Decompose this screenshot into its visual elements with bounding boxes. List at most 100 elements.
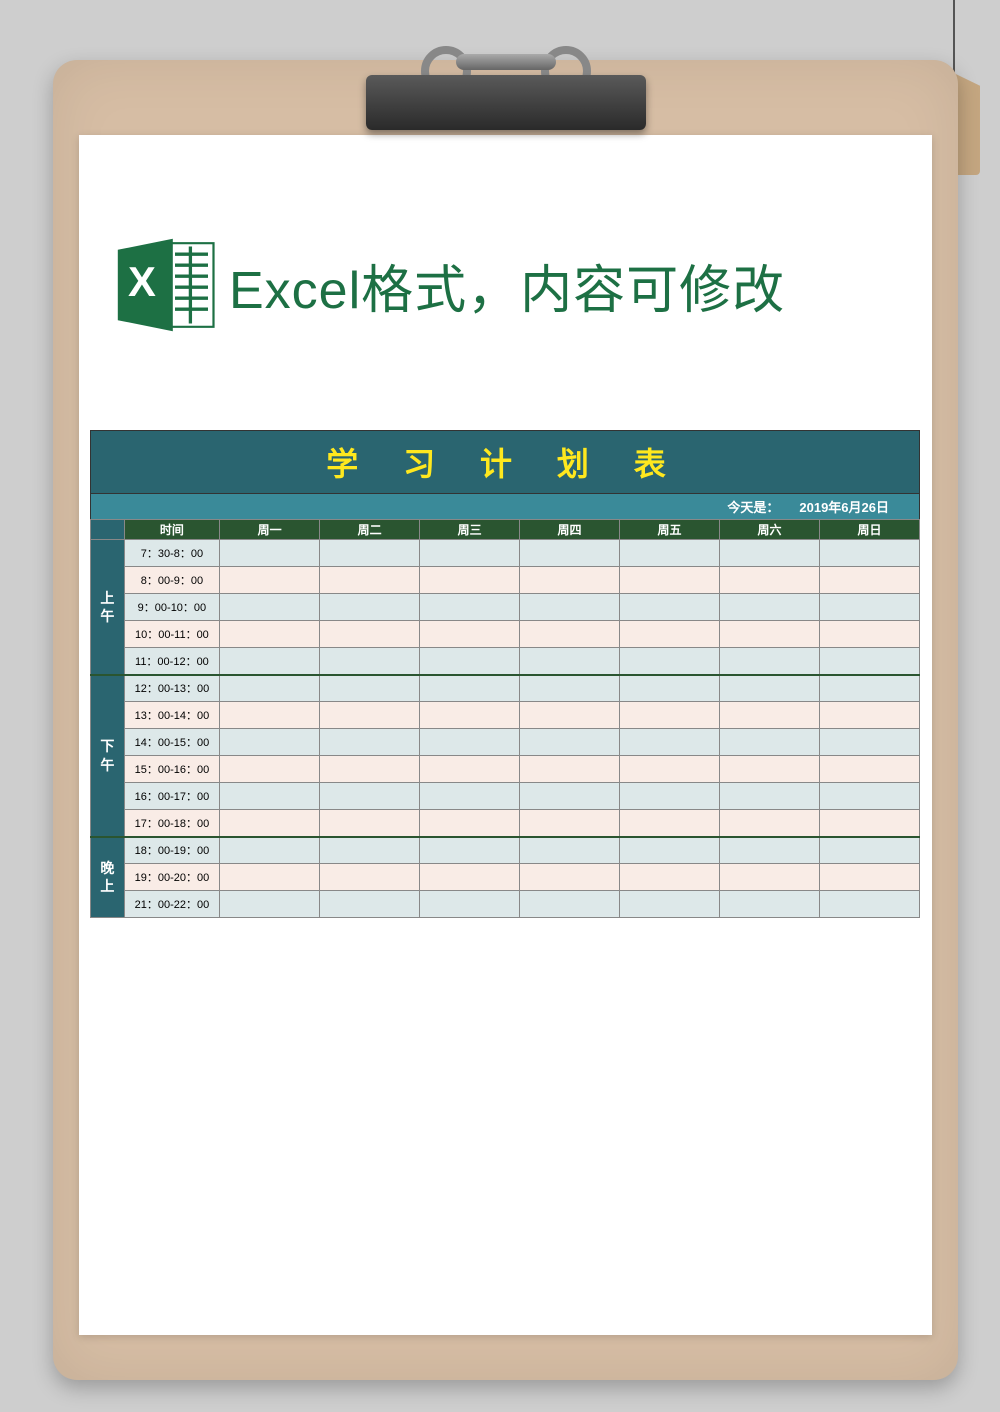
schedule-cell[interactable] [520,648,620,675]
schedule-cell[interactable] [320,540,420,567]
schedule-cell[interactable] [620,675,720,702]
schedule-cell[interactable] [819,864,919,891]
schedule-cell[interactable] [620,756,720,783]
schedule-cell[interactable] [620,729,720,756]
schedule-cell[interactable] [220,756,320,783]
schedule-cell[interactable] [720,864,820,891]
schedule-cell[interactable] [220,810,320,837]
schedule-cell[interactable] [320,891,420,918]
schedule-cell[interactable] [220,729,320,756]
schedule-cell[interactable] [220,648,320,675]
schedule-cell[interactable] [620,540,720,567]
schedule-cell[interactable] [220,891,320,918]
schedule-cell[interactable] [420,621,520,648]
schedule-cell[interactable] [720,810,820,837]
schedule-cell[interactable] [520,540,620,567]
schedule-cell[interactable] [720,567,820,594]
schedule-cell[interactable] [620,594,720,621]
schedule-cell[interactable] [819,675,919,702]
schedule-cell[interactable] [520,594,620,621]
schedule-cell[interactable] [420,891,520,918]
schedule-cell[interactable] [620,864,720,891]
schedule-cell[interactable] [320,729,420,756]
schedule-cell[interactable] [720,675,820,702]
schedule-cell[interactable] [520,810,620,837]
schedule-cell[interactable] [720,756,820,783]
schedule-cell[interactable] [420,864,520,891]
schedule-cell[interactable] [620,621,720,648]
schedule-cell[interactable] [819,648,919,675]
schedule-cell[interactable] [520,567,620,594]
schedule-cell[interactable] [620,702,720,729]
schedule-cell[interactable] [819,702,919,729]
schedule-cell[interactable] [819,594,919,621]
schedule-cell[interactable] [420,567,520,594]
schedule-cell[interactable] [320,783,420,810]
schedule-cell[interactable] [320,756,420,783]
schedule-cell[interactable] [819,783,919,810]
schedule-cell[interactable] [720,540,820,567]
schedule-cell[interactable] [720,648,820,675]
time-slot: 12：00-13：00 [124,675,219,702]
schedule-cell[interactable] [520,675,620,702]
schedule-cell[interactable] [620,810,720,837]
schedule-cell[interactable] [320,648,420,675]
today-date: 2019年6月26日 [789,494,919,519]
schedule-cell[interactable] [220,675,320,702]
schedule-cell[interactable] [420,702,520,729]
schedule-cell[interactable] [520,783,620,810]
schedule-cell[interactable] [420,756,520,783]
schedule-cell[interactable] [720,783,820,810]
schedule-cell[interactable] [520,891,620,918]
schedule-cell[interactable] [819,540,919,567]
schedule-cell[interactable] [320,594,420,621]
schedule-cell[interactable] [220,702,320,729]
schedule-cell[interactable] [620,891,720,918]
schedule-cell[interactable] [819,621,919,648]
schedule-cell[interactable] [520,837,620,864]
schedule-cell[interactable] [819,729,919,756]
schedule-cell[interactable] [420,648,520,675]
schedule-cell[interactable] [220,540,320,567]
schedule-cell[interactable] [320,837,420,864]
schedule-cell[interactable] [320,621,420,648]
schedule-cell[interactable] [620,837,720,864]
schedule-cell[interactable] [220,594,320,621]
schedule-cell[interactable] [420,594,520,621]
schedule-cell[interactable] [720,729,820,756]
schedule-cell[interactable] [520,702,620,729]
schedule-cell[interactable] [220,567,320,594]
schedule-cell[interactable] [420,729,520,756]
schedule-cell[interactable] [819,837,919,864]
schedule-cell[interactable] [420,675,520,702]
schedule-cell[interactable] [220,864,320,891]
schedule-cell[interactable] [320,810,420,837]
schedule-cell[interactable] [320,675,420,702]
schedule-cell[interactable] [720,594,820,621]
schedule-cell[interactable] [320,702,420,729]
schedule-cell[interactable] [420,783,520,810]
schedule-cell[interactable] [620,783,720,810]
schedule-cell[interactable] [420,540,520,567]
schedule-cell[interactable] [819,810,919,837]
schedule-cell[interactable] [320,567,420,594]
schedule-cell[interactable] [420,837,520,864]
schedule-cell[interactable] [720,621,820,648]
schedule-cell[interactable] [520,729,620,756]
schedule-cell[interactable] [520,756,620,783]
schedule-cell[interactable] [520,864,620,891]
schedule-cell[interactable] [720,702,820,729]
schedule-cell[interactable] [320,864,420,891]
schedule-cell[interactable] [520,621,620,648]
schedule-cell[interactable] [720,837,820,864]
schedule-cell[interactable] [620,567,720,594]
schedule-cell[interactable] [819,567,919,594]
schedule-cell[interactable] [819,891,919,918]
schedule-cell[interactable] [620,648,720,675]
schedule-cell[interactable] [819,756,919,783]
schedule-cell[interactable] [220,837,320,864]
schedule-cell[interactable] [220,783,320,810]
schedule-cell[interactable] [720,891,820,918]
schedule-cell[interactable] [220,621,320,648]
schedule-cell[interactable] [420,810,520,837]
